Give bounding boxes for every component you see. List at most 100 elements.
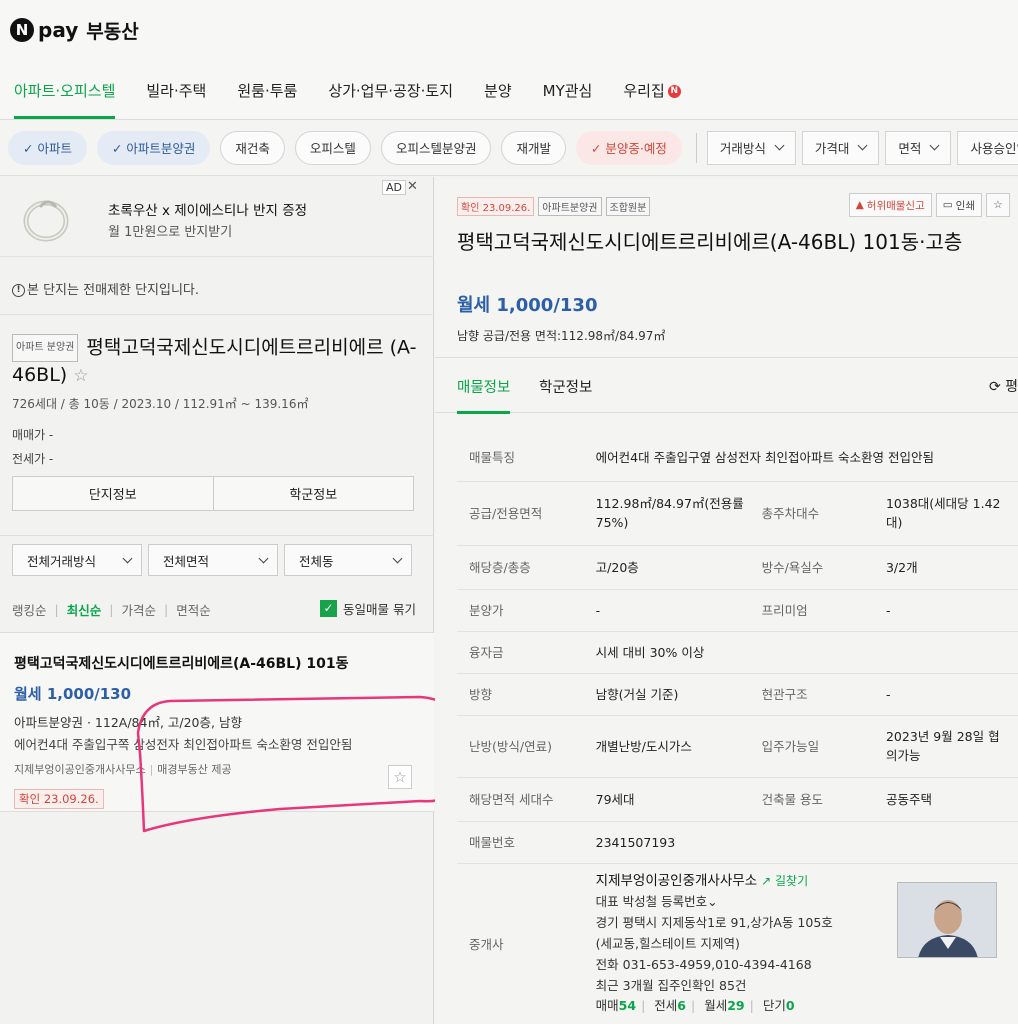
row-key: 입주가능일 bbox=[753, 715, 878, 778]
table-row: 난방(방식/연료) 개별난방/도시가스 입주가능일 2023년 9월 28일 협… bbox=[457, 715, 1018, 778]
print-button[interactable]: ▭ 인쇄 bbox=[935, 193, 982, 217]
row-key: 공급/전용면적 bbox=[457, 481, 588, 546]
group-same-listings[interactable]: ✓ 동일매물 묶기 bbox=[320, 599, 416, 618]
divider bbox=[695, 132, 697, 163]
count-jeonse[interactable]: 6 bbox=[677, 998, 686, 1013]
ad-banner[interactable]: 초록우산 x 제이에스티나 반지 증정 월 1만원으로 반지받기 AD ✕ bbox=[0, 177, 434, 257]
complex-name-line: 아파트 분양권 평택고덕국제신도시디에트르리비에르 (A-46BL) ☆ bbox=[12, 334, 422, 389]
new-badge: N bbox=[667, 85, 681, 98]
row-value: 고/20층 bbox=[587, 545, 754, 590]
row-key: 매물번호 bbox=[457, 821, 588, 864]
listing-provider: 매경부동산 제공 bbox=[157, 763, 232, 776]
select-trade-type-label: 전체거래방식 bbox=[27, 553, 97, 569]
nav-villa-house[interactable]: 빌라·주택 bbox=[146, 59, 206, 119]
nav-commercial-land[interactable]: 상가·업무·공장·토지 bbox=[328, 59, 453, 119]
chip-officetel-presale-right[interactable]: 오피스텔분양권 bbox=[380, 130, 492, 165]
close-icon[interactable]: ✕ bbox=[407, 179, 418, 194]
count-short[interactable]: 0 bbox=[786, 998, 795, 1013]
type-tag: 아파트분양권 bbox=[538, 197, 602, 216]
divider: | bbox=[641, 997, 646, 1013]
row-value: 시세 대비 30% 이상 bbox=[587, 631, 1018, 674]
row-value: 남향(거실 기준) bbox=[587, 673, 754, 716]
table-row: 방향 남향(거실 기준) 현관구조 - bbox=[457, 673, 1018, 716]
detail-panel: 확인 23.09.26. 아파트분양권 조합원분 ▲ 허위매물신고 ▭ 인쇄 ☆ 평… bbox=[435, 177, 1018, 1024]
service-name[interactable]: 부동산 bbox=[86, 17, 138, 44]
row-key: 중개사 bbox=[457, 863, 588, 1024]
report-fake-listing-button[interactable]: ▲ 허위매물신고 bbox=[848, 193, 932, 217]
count-monthly[interactable]: 29 bbox=[727, 998, 744, 1013]
nav-oneroom-tworoom[interactable]: 원룸·투룸 bbox=[237, 59, 297, 119]
chip-apartment[interactable]: ✓ 아파트 bbox=[8, 130, 87, 165]
complex-summary: 아파트 분양권 평택고덕국제신도시디에트르리비에르 (A-46BL) ☆ 726세… bbox=[12, 334, 422, 468]
report-label: 허위매물신고 bbox=[866, 199, 925, 212]
complex-buttons: 단지정보 학군정보 bbox=[12, 476, 414, 511]
siren-icon: ▲ bbox=[855, 199, 864, 211]
listing-price: 월세 1,000/130 bbox=[14, 685, 132, 703]
listing-filters: 전체거래방식 전체면적 전체동 bbox=[0, 535, 434, 585]
agent-recent-confirmations: 최근 3개월 집주인확인 85건 bbox=[595, 977, 747, 993]
sale-price: 매매가 - bbox=[12, 428, 54, 442]
row-value: - bbox=[877, 673, 1018, 716]
dropdown-price[interactable]: 가격대 bbox=[801, 130, 880, 165]
star-icon[interactable]: ☆ bbox=[73, 366, 88, 386]
directions-link[interactable]: ↗ 길찾기 bbox=[761, 874, 808, 888]
chevron-down-icon bbox=[258, 553, 269, 563]
divider: | bbox=[691, 997, 696, 1013]
chip-redevelopment[interactable]: 재개발 bbox=[501, 130, 566, 165]
row-value: 2341507193 bbox=[587, 821, 1018, 864]
detail-actions: ▲ 허위매물신고 ▭ 인쇄 ☆ bbox=[845, 193, 1010, 217]
count-jeonse-label: 전세 bbox=[654, 997, 678, 1013]
complex-info-button[interactable]: 단지정보 bbox=[13, 477, 213, 510]
favorite-star-icon[interactable]: ☆ bbox=[986, 193, 1010, 217]
filter-bar: ✓ 아파트 ✓ 아파트분양권 재건축 오피스텔 오피스텔분양권 재개발 ✓ 분양… bbox=[0, 120, 1018, 176]
naver-logo-icon[interactable]: N bbox=[10, 18, 34, 42]
checkbox-checked-icon[interactable]: ✓ bbox=[320, 600, 338, 617]
count-sale-label: 매매 bbox=[595, 997, 619, 1013]
count-sale[interactable]: 54 bbox=[619, 998, 636, 1013]
nav-apartment-officetel[interactable]: 아파트·오피스텔 bbox=[14, 59, 116, 119]
dropdown-area[interactable]: 면적 bbox=[885, 130, 952, 165]
chip-reconstruction[interactable]: 재건축 bbox=[220, 130, 285, 165]
row-key: 방수/욕실수 bbox=[753, 545, 878, 590]
school-info-button[interactable]: 학군정보 bbox=[212, 477, 414, 510]
row-key: 매물특징 bbox=[457, 435, 588, 482]
print-icon: ▭ bbox=[942, 199, 953, 211]
tab-school-info[interactable]: 학군정보 bbox=[539, 376, 592, 397]
row-value: - bbox=[877, 589, 1018, 632]
table-row: 공급/전용면적 112.98㎡/84.97㎡(전용률75%) 총주차대수 103… bbox=[457, 481, 1018, 546]
top-bar: N pay 부동산 bbox=[0, 0, 1018, 60]
select-trade-type[interactable]: 전체거래방식 bbox=[12, 544, 142, 576]
count-monthly-label: 월세 bbox=[704, 997, 728, 1013]
pay-logo[interactable]: pay bbox=[38, 18, 78, 42]
listing-item[interactable]: 평택고덕국제신도시디에트르리비에르(A-46BL) 101동 월세 1,000/… bbox=[0, 632, 434, 812]
nav-my-interest[interactable]: MY관심 bbox=[543, 59, 593, 119]
row-value: - bbox=[587, 589, 754, 632]
confirm-date-badge: 확인 23.09.26. bbox=[14, 789, 104, 809]
tab-listing-info[interactable]: 매물정보 bbox=[457, 376, 511, 414]
complex-meta: 726세대 / 총 10동 / 2023.10 / 112.91㎡ ~ 139.… bbox=[12, 397, 309, 411]
confirm-date-tag: 확인 23.09.26. bbox=[457, 197, 535, 216]
row-key: 융자금 bbox=[457, 631, 588, 674]
row-key: 건축물 용도 bbox=[753, 777, 878, 822]
chip-officetel[interactable]: 오피스텔 bbox=[294, 130, 371, 165]
chip-presale-upcoming[interactable]: ✓ 분양중·예정 bbox=[575, 130, 682, 165]
row-key: 난방(방식/연료) bbox=[457, 715, 588, 778]
select-building[interactable]: 전체동 bbox=[284, 544, 412, 576]
sort-latest[interactable]: 최신순 bbox=[67, 600, 102, 619]
favorite-star-icon[interactable]: ☆ bbox=[388, 765, 412, 789]
chip-apartment-presale-right[interactable]: ✓ 아파트분양권 bbox=[96, 130, 211, 165]
sort-area[interactable]: 면적순 bbox=[176, 600, 211, 619]
nav-my-home[interactable]: 우리집 N bbox=[623, 59, 681, 119]
dropdown-approval-date[interactable]: 사용승인일 bbox=[957, 130, 1018, 165]
row-key: 해당면적 세대수 bbox=[457, 777, 588, 822]
row-value: 개별난방/도시가스 bbox=[587, 715, 754, 778]
sort-ranking[interactable]: 랭킹순 bbox=[12, 600, 47, 619]
refresh-button[interactable]: ⟳ 평 bbox=[989, 376, 1018, 396]
dropdown-trade-type[interactable]: 거래방식 bbox=[706, 130, 796, 165]
sort-price[interactable]: 가격순 bbox=[121, 600, 156, 619]
row-key: 총주차대수 bbox=[753, 481, 878, 546]
resale-restriction-notice: ! 본 단지는 전매제한 단지입니다. bbox=[0, 267, 434, 315]
nav-presale[interactable]: 분양 bbox=[484, 59, 512, 119]
select-area[interactable]: 전체면적 bbox=[148, 544, 278, 576]
row-key: 현관구조 bbox=[753, 673, 878, 716]
